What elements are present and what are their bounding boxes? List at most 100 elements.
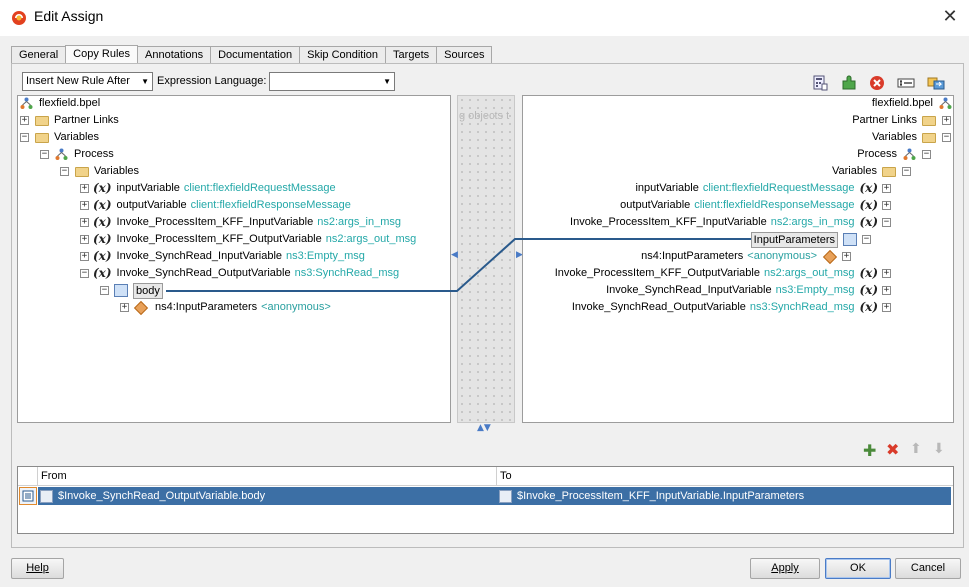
expand-icon[interactable]: + [882, 286, 891, 295]
puzzle-icon[interactable] [840, 74, 858, 92]
tree-node-variable[interactable]: + (x) Invoke_SynchRead_InputVariable ns3:… [80, 248, 365, 265]
tab-annotations[interactable]: Annotations [137, 46, 212, 64]
tree-node-process-variables[interactable]: − Variables [60, 163, 139, 180]
tree-label: Process [74, 148, 114, 160]
tree-node-variable[interactable]: outputVariable client:flexfieldResponseM… [620, 197, 891, 214]
delete-circle-icon[interactable] [868, 74, 886, 92]
insert-rule-value: Insert New Rule After [26, 75, 130, 87]
collapse-icon[interactable]: − [20, 133, 29, 142]
folder-open-icon [75, 166, 89, 177]
tab-sources[interactable]: Sources [436, 46, 493, 64]
expand-icon[interactable]: + [842, 252, 851, 261]
tree-node-variable[interactable]: Invoke_SynchRead_OutputVariable ns3:Sync… [572, 299, 891, 316]
expand-icon[interactable]: + [882, 184, 891, 193]
tree-node-process[interactable]: Process − [857, 146, 931, 163]
tree-root[interactable]: flexfield.bpel [20, 95, 100, 112]
from-cell[interactable]: $Invoke_SynchRead_OutputVariable.body [40, 487, 265, 505]
expand-icon[interactable]: + [882, 303, 891, 312]
row-header-icon[interactable] [19, 487, 37, 505]
variable-icon: (x) [93, 266, 112, 280]
tree-node-variable[interactable]: + (x) Invoke_ProcessItem_KFF_OutputVariab… [80, 231, 416, 248]
variable-icon: (x) [859, 283, 878, 297]
expression-language-select[interactable]: ▼ [269, 72, 395, 91]
tab-copy-rules[interactable]: Copy Rules [65, 45, 138, 64]
tree-node-variable[interactable]: Invoke_ProcessItem_KFF_OutputVariable ns… [555, 265, 891, 282]
tree-label: Variables [871, 131, 917, 143]
variable-name: Invoke_SynchRead_InputVariable [116, 250, 283, 262]
collapse-icon[interactable]: − [60, 167, 69, 176]
tab-documentation[interactable]: Documentation [210, 46, 301, 64]
tree-root[interactable]: flexfield.bpel [872, 95, 952, 112]
tab-skip-condition[interactable]: Skip Condition [299, 46, 387, 64]
add-rule-icon[interactable]: ✚ [863, 441, 876, 460]
expand-icon[interactable]: + [942, 116, 951, 125]
variable-type: ns2:args_out_msg [763, 267, 855, 279]
close-icon[interactable]: ✕ [940, 7, 960, 27]
tab-targets[interactable]: Targets [385, 46, 438, 64]
collapse-icon[interactable]: − [80, 269, 89, 278]
collapse-icon[interactable]: − [100, 286, 109, 295]
apply-button[interactable]: Apply [750, 558, 820, 579]
mapping-canvas[interactable]: g objects t [457, 95, 515, 423]
insert-rule-select[interactable]: Insert New Rule After ▼ [22, 72, 153, 91]
collapse-icon[interactable]: − [882, 218, 891, 227]
collapse-icon[interactable]: − [40, 150, 49, 159]
canvas-watermark: g objects t [459, 110, 510, 122]
delete-rule-icon[interactable]: ✖ [886, 440, 899, 459]
tree-node-body[interactable]: − body [100, 282, 163, 299]
expand-icon[interactable]: + [882, 201, 891, 210]
variable-type: ns3:SynchRead_msg [294, 267, 400, 279]
swap-icon[interactable] [927, 74, 945, 92]
ok-button[interactable]: OK [825, 558, 891, 579]
variable-icon: (x) [93, 232, 112, 246]
calculator-icon[interactable] [811, 74, 829, 92]
expand-icon[interactable]: + [80, 201, 89, 210]
tree-node-anonymous[interactable]: ns4:InputParameters <anonymous> + [641, 248, 851, 265]
move-down-icon[interactable]: ⬇ [933, 441, 945, 457]
collapse-icon[interactable]: − [922, 150, 931, 159]
tab-general[interactable]: General [11, 46, 67, 64]
folder-icon [35, 115, 49, 126]
to-cell[interactable]: $Invoke_ProcessItem_KFF_InputVariable.In… [499, 487, 804, 505]
tree-node-variable[interactable]: + (x) outputVariable client:flexfieldResp… [80, 197, 351, 214]
text-field-icon[interactable] [897, 74, 915, 92]
tree-node-process-variables[interactable]: Variables − [832, 163, 911, 180]
tree-node-partner-links[interactable]: + Partner Links [20, 112, 119, 129]
tree-node-variable[interactable]: + (x) inputVariable client:flexfieldReque… [80, 180, 336, 197]
tree-node-variable[interactable]: + (x) Invoke_ProcessItem_KFF_InputVariabl… [80, 214, 401, 231]
tree-node-input-parameters[interactable]: InputParameters − [750, 231, 871, 248]
to-value: $Invoke_ProcessItem_KFF_InputVariable.In… [517, 490, 805, 502]
tree-node-process[interactable]: − Process [40, 146, 114, 163]
tree-node-variable[interactable]: Invoke_SynchRead_InputVariable ns3:Empty… [606, 282, 891, 299]
collapse-icon[interactable]: − [902, 167, 911, 176]
tree-node-variable[interactable]: inputVariable client:flexfieldRequestMes… [635, 180, 891, 197]
expand-icon[interactable]: + [80, 184, 89, 193]
expand-icon[interactable]: + [80, 218, 89, 227]
collapse-icon[interactable]: − [942, 133, 951, 142]
scroll-left-icon[interactable]: ◀ [451, 250, 458, 260]
expand-icon[interactable]: + [80, 252, 89, 261]
calculator-icon [40, 489, 53, 503]
expand-icon[interactable]: + [20, 116, 29, 125]
variable-name: inputVariable [635, 182, 699, 194]
move-up-icon[interactable]: ⬆ [910, 441, 922, 457]
tree-label: flexfield.bpel [39, 97, 101, 109]
copy-rules-table[interactable]: From To $Invoke_SynchRead_OutputVariable… [17, 466, 954, 534]
tree-node-variables[interactable]: − Variables [20, 129, 99, 146]
column-header-from[interactable]: From [38, 467, 497, 486]
variable-icon: (x) [93, 198, 112, 212]
tree-node-partner-links[interactable]: Partner Links + [852, 112, 951, 129]
expand-icon[interactable]: + [80, 235, 89, 244]
cancel-button[interactable]: Cancel [895, 558, 961, 579]
expand-icon[interactable]: + [120, 303, 129, 312]
splitter-handle-icon[interactable]: ▲▼ [477, 423, 491, 433]
tree-node-variables[interactable]: Variables − [872, 129, 951, 146]
expand-icon[interactable]: + [882, 269, 891, 278]
column-header-to[interactable]: To [497, 467, 953, 486]
element-icon [843, 233, 857, 246]
help-button[interactable]: Help [11, 558, 64, 579]
tree-node-variable[interactable]: Invoke_ProcessItem_KFF_InputVariable ns2… [570, 214, 891, 231]
tree-node-variable[interactable]: − (x) Invoke_SynchRead_OutputVariable ns3… [80, 265, 399, 282]
tree-node-input-parameters[interactable]: + ns4:InputParameters <anonymous> [120, 299, 331, 316]
collapse-icon[interactable]: − [862, 235, 871, 244]
